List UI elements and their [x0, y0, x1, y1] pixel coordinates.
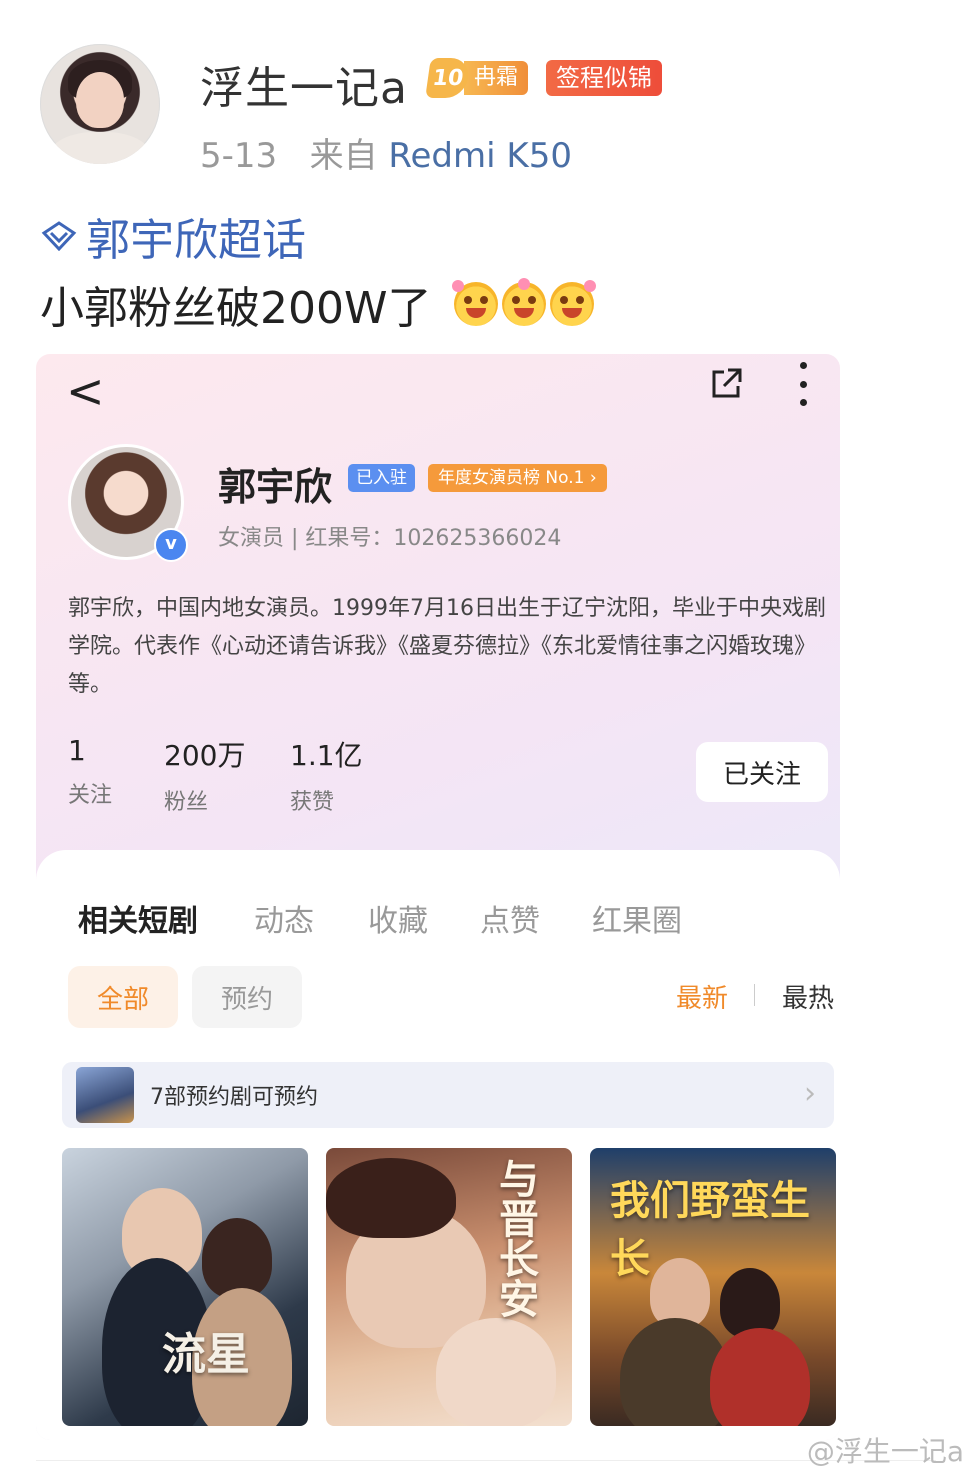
tab-favorites[interactable]: 收藏 — [368, 896, 428, 940]
stat-value: 1.1亿 — [290, 739, 363, 772]
verified-icon: v — [154, 528, 188, 562]
fan-tag-badge[interactable]: 签程似锦 — [546, 60, 662, 96]
stat-label: 粉丝 — [164, 790, 209, 815]
drama-poster[interactable]: 流星 — [62, 1148, 308, 1426]
sort-divider — [754, 984, 755, 1006]
drama-poster[interactable]: 与晋长安 — [326, 1148, 572, 1426]
weibo-watermark: @浮生一记a — [806, 1435, 964, 1468]
sort-newest[interactable]: 最新 — [676, 978, 728, 1015]
supertopic-link[interactable]: 郭宇欣超话 — [40, 204, 306, 268]
sort-hottest[interactable]: 最热 — [782, 978, 834, 1015]
post-meta: 5-13 来自 Redmi K50 — [200, 128, 572, 177]
reserve-thumbnail — [76, 1067, 134, 1123]
profile-subtitle: 女演员 | 红果号：102625366024 — [218, 526, 562, 551]
rank-badge[interactable]: 年度女演员榜 No.1 › — [428, 464, 607, 492]
filter-all[interactable]: 全部 — [68, 966, 178, 1028]
drama-poster[interactable]: 我们野蛮生长 — [590, 1148, 836, 1426]
chevron-right-icon: › — [804, 1076, 816, 1111]
vip-label: 冉霜 — [464, 61, 529, 95]
flower-face-emoji-icon — [549, 280, 596, 326]
profile-name: 郭宇欣 — [218, 465, 333, 509]
profile-bio: 郭宇欣，中国内地女演员。1999年7月16日出生于辽宁沈阳，毕业于中央戏剧学院。… — [68, 596, 826, 697]
stat-value: 1 — [68, 734, 86, 767]
more-icon[interactable] — [796, 362, 810, 406]
back-icon[interactable]: < — [66, 364, 105, 418]
follow-button[interactable]: 已关注 — [696, 742, 828, 802]
stat-value: 200万 — [164, 739, 246, 772]
tab-likes[interactable]: 点赞 — [480, 896, 540, 940]
flower-face-emoji-icon — [501, 278, 546, 326]
post-username[interactable]: 浮生一记a — [200, 52, 408, 116]
stat-label: 关注 — [68, 783, 113, 808]
post-text: 小郭粉丝破200W了 — [40, 283, 432, 334]
poster-title: 我们野蛮生长 — [610, 1177, 810, 1282]
post-body: 小郭粉丝破200W了 — [40, 272, 596, 336]
tab-updates[interactable]: 动态 — [254, 896, 314, 940]
post-date: 5-13 — [200, 136, 278, 176]
vip-badge[interactable]: 10 冉霜 — [425, 58, 529, 98]
joined-badge: 已入驻 — [348, 464, 415, 492]
user-avatar[interactable] — [40, 44, 160, 164]
stat-following[interactable]: 1 关注 — [68, 734, 112, 809]
supertopic-label: 郭宇欣超话 — [86, 215, 306, 266]
share-icon[interactable] — [706, 364, 746, 404]
reserve-banner[interactable]: 7部预约剧可预约 › — [62, 1062, 834, 1128]
flower-face-emoji-icon — [451, 280, 498, 326]
poster-title: 与晋长安 — [492, 1158, 539, 1318]
tab-related-dramas[interactable]: 相关短剧 — [78, 896, 198, 940]
stat-likes[interactable]: 1.1亿 获赞 — [290, 734, 363, 816]
stat-followers[interactable]: 200万 粉丝 — [164, 734, 245, 816]
post-source-prefix: 来自 — [309, 136, 378, 176]
stat-label: 获赞 — [290, 790, 335, 815]
poster-title: 流星 — [162, 1329, 250, 1380]
diamond-icon — [41, 221, 77, 251]
tab-circle[interactable]: 红果圈 — [592, 896, 682, 940]
filter-reserve[interactable]: 预约 — [192, 966, 302, 1028]
reserve-text: 7部预约剧可预约 — [150, 1085, 318, 1110]
content-panel: 相关短剧 动态 收藏 点赞 红果圈 全部 预约 最新 最热 7部预约剧可预约 ›… — [36, 850, 840, 1440]
divider — [36, 1460, 936, 1461]
post-device[interactable]: Redmi K50 — [388, 136, 572, 176]
app-screenshot[interactable]: < v 郭宇欣 已入驻 年度女演员榜 No.1 › 女演员 | 红果号：1026… — [36, 354, 840, 1440]
